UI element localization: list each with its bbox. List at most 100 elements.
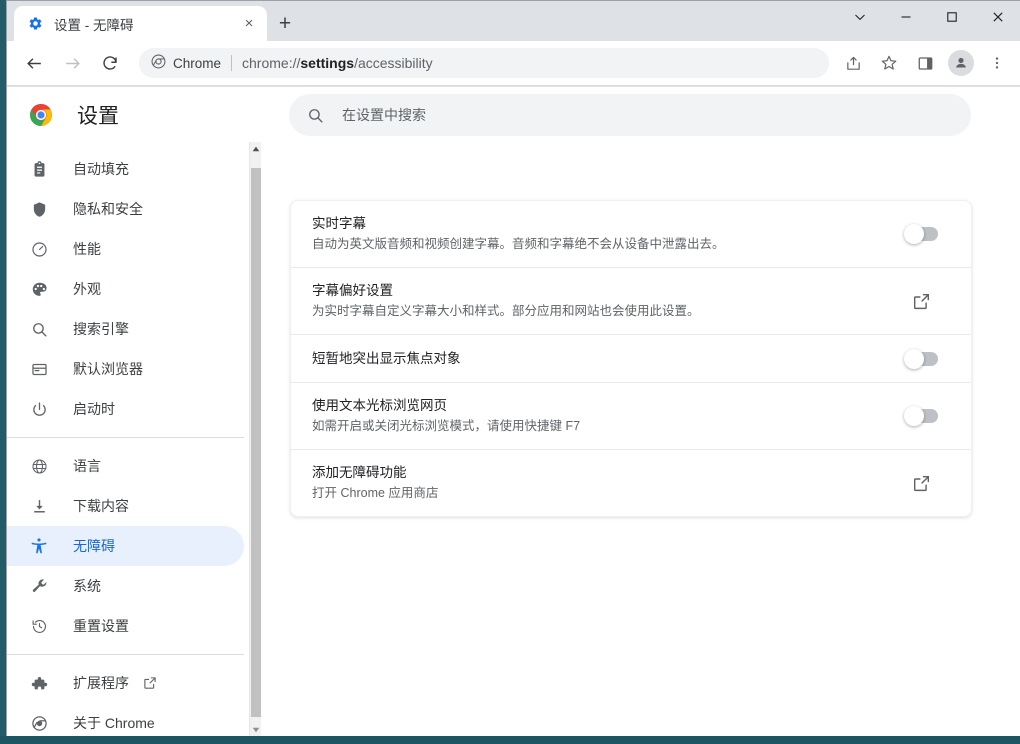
sidebar-item-label: 性能 (73, 241, 101, 257)
caret-browsing-toggle[interactable] (904, 406, 938, 426)
external-link-icon[interactable] (912, 474, 931, 493)
power-icon (29, 399, 49, 419)
setting-text: 使用文本光标浏览网页 如需开启或关闭光标浏览模式，请使用快捷键 F7 (312, 383, 891, 449)
url-highlight: settings (300, 55, 355, 71)
maximize-icon[interactable] (929, 1, 975, 33)
sidebar-item-autofill[interactable]: 自动填充 (7, 149, 244, 189)
setting-row-add-accessibility-features[interactable]: 添加无障碍功能 打开 Chrome 应用商店 (291, 450, 971, 516)
close-icon[interactable] (975, 1, 1020, 33)
sidebar-item-label: 外观 (73, 281, 101, 297)
sidebar-item-label: 隐私和安全 (73, 201, 143, 217)
setting-title: 字幕偏好设置 (312, 283, 393, 298)
address-bar[interactable]: Chrome chrome://settings/accessibility (139, 48, 829, 78)
setting-row-live-caption[interactable]: 实时字幕 自动为英文版音频和视频创建字幕。音频和字幕绝不会从设备中泄露出去。 (291, 201, 971, 268)
setting-row-caret-browsing[interactable]: 使用文本光标浏览网页 如需开启或关闭光标浏览模式，请使用快捷键 F7 (291, 383, 971, 450)
search-input[interactable]: 在设置中搜索 (289, 94, 971, 136)
setting-title: 添加无障碍功能 (312, 465, 407, 480)
more-menu-icon[interactable] (982, 48, 1012, 78)
close-icon[interactable]: × (237, 12, 261, 36)
browser-window-icon (29, 359, 49, 379)
setting-action (891, 474, 951, 493)
chrome-icon (151, 54, 166, 72)
desktop-taskbar (0, 736, 1020, 744)
external-link-icon[interactable] (912, 292, 931, 311)
forward-arrow-icon[interactable] (57, 48, 87, 78)
sidebar-nav: 自动填充 隐私和安全 性能 外观 搜索引擎 默认浏览器 启动时 语言 下载内容 … (7, 143, 255, 736)
setting-title: 短暂地突出显示焦点对象 (312, 351, 461, 366)
sidebar-item-search-engine[interactable]: 搜索引擎 (7, 309, 244, 349)
settings-sidebar: 设置 自动填充 隐私和安全 性能 外观 搜索引擎 默认浏览器 启动时 语言 下载… (7, 87, 262, 736)
accessibility-icon (29, 536, 49, 556)
setting-text: 添加无障碍功能 打开 Chrome 应用商店 (312, 450, 891, 516)
chevron-down-icon[interactable] (837, 1, 883, 33)
setting-title: 使用文本光标浏览网页 (312, 398, 447, 413)
sidebar-item-label: 下载内容 (73, 498, 129, 514)
setting-row-caption-preferences[interactable]: 字幕偏好设置 为实时字幕自定义字幕大小和样式。部分应用和网站也会使用此设置。 (291, 268, 971, 335)
setting-row-focus-highlight[interactable]: 短暂地突出显示焦点对象 (291, 335, 971, 383)
sidebar-item-label: 扩展程序 (73, 675, 129, 691)
search-icon (307, 107, 324, 124)
setting-action (891, 348, 951, 369)
settings-main-panel: 在设置中搜索 无障碍 实时字幕 自动为英文版音频和视频创建字幕。音频和字幕绝不会… (261, 87, 1020, 736)
sidebar-item-system[interactable]: 系统 (7, 566, 244, 606)
reload-icon[interactable] (95, 48, 125, 78)
side-panel-icon[interactable] (910, 48, 940, 78)
history-restore-icon (29, 616, 49, 636)
palette-icon (29, 279, 49, 299)
sidebar-item-reset-settings[interactable]: 重置设置 (7, 606, 244, 646)
external-link-icon[interactable] (143, 676, 157, 690)
performance-icon (29, 239, 49, 259)
setting-subtitle: 为实时字幕自定义字幕大小和样式。部分应用和网站也会使用此设置。 (312, 304, 700, 318)
setting-action (891, 224, 951, 244)
omnibox-divider (231, 55, 233, 71)
chrome-browser-window: 设置 - 无障碍 × + Chrome chrome://settings/ac… (6, 0, 1020, 736)
wrench-icon (29, 576, 49, 596)
sidebar-item-languages[interactable]: 语言 (7, 446, 244, 486)
toggle-knob (904, 224, 924, 244)
profile-avatar[interactable] (948, 50, 974, 76)
download-icon (29, 496, 49, 516)
sidebar-item-on-startup[interactable]: 启动时 (7, 389, 244, 429)
sidebar-item-default-browser[interactable]: 默认浏览器 (7, 349, 244, 389)
sidebar-item-label: 自动填充 (73, 161, 129, 177)
share-icon[interactable] (838, 48, 868, 78)
autofill-icon (29, 159, 49, 179)
back-arrow-icon[interactable] (19, 48, 49, 78)
sidebar-item-downloads[interactable]: 下载内容 (7, 486, 244, 526)
setting-text: 短暂地突出显示焦点对象 (312, 336, 891, 381)
new-tab-button[interactable]: + (271, 9, 299, 37)
sidebar-item-about-chrome[interactable]: 关于 Chrome (7, 703, 244, 736)
toggle-knob (904, 406, 924, 426)
sidebar-item-performance[interactable]: 性能 (7, 229, 244, 269)
focus-highlight-toggle[interactable] (904, 348, 938, 369)
sidebar-scrollbar[interactable] (249, 142, 262, 736)
sidebar-item-appearance[interactable]: 外观 (7, 269, 244, 309)
setting-subtitle: 如需开启或关闭光标浏览模式，请使用快捷键 F7 (312, 419, 581, 433)
bookmark-star-icon[interactable] (874, 48, 904, 78)
tab-strip: 设置 - 无障碍 × + (7, 1, 1020, 41)
browser-tab[interactable]: 设置 - 无障碍 × (14, 6, 267, 41)
settings-gear-icon (27, 15, 44, 32)
sidebar-item-extensions[interactable]: 扩展程序 (7, 663, 244, 703)
omnibox-site-chip: Chrome (151, 54, 221, 72)
tab-title: 设置 - 无障碍 (54, 17, 134, 33)
minimize-icon[interactable] (883, 1, 929, 33)
sidebar-item-accessibility[interactable]: 无障碍 (7, 526, 244, 566)
toggle-knob (904, 348, 924, 369)
setting-subtitle: 自动为英文版音频和视频创建字幕。音频和字幕绝不会从设备中泄露出去。 (312, 237, 725, 251)
search-icon (29, 319, 49, 339)
settings-header: 设置 (7, 87, 255, 143)
live-caption-toggle[interactable] (904, 224, 938, 244)
shield-icon (29, 199, 49, 219)
settings-page: 设置 自动填充 隐私和安全 性能 外观 搜索引擎 默认浏览器 启动时 语言 下载… (7, 87, 1020, 736)
toolbar-actions (835, 48, 1020, 78)
sidebar-divider (7, 654, 244, 655)
sidebar-item-privacy-security[interactable]: 隐私和安全 (7, 189, 244, 229)
sidebar-item-label: 关于 Chrome (73, 715, 155, 731)
sidebar-item-label: 默认浏览器 (73, 361, 143, 377)
chrome-outline-icon (29, 713, 49, 733)
puzzle-icon (29, 673, 49, 693)
setting-action (891, 292, 951, 311)
setting-action (891, 406, 951, 426)
sidebar-item-label: 重置设置 (73, 618, 129, 634)
